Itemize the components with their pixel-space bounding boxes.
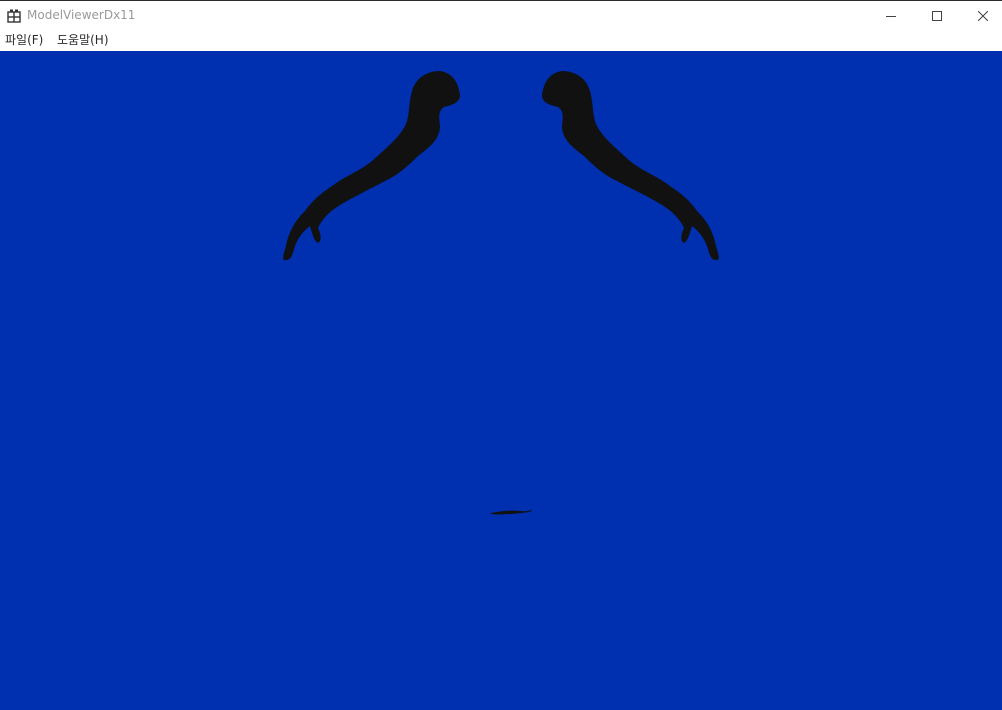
minimize-icon xyxy=(886,11,896,21)
maximize-button[interactable] xyxy=(914,1,960,31)
close-icon xyxy=(978,11,988,21)
model-left-arm xyxy=(283,71,460,261)
menu-bar: 파일(F) 도움말(H) xyxy=(0,31,1002,50)
window-title: ModelViewerDx11 xyxy=(27,8,136,22)
model-fragment xyxy=(491,510,532,515)
model-render xyxy=(283,71,719,515)
render-viewport[interactable] xyxy=(0,51,1002,710)
title-bar[interactable]: ModelViewerDx11 xyxy=(0,0,1002,31)
app-window: ModelViewerDx11 파일(F) 도움말(H) xyxy=(0,0,1002,710)
app-window-icon xyxy=(7,8,21,23)
maximize-icon xyxy=(932,11,942,21)
model-right-arm xyxy=(542,71,719,261)
close-button[interactable] xyxy=(960,1,1002,31)
minimize-button[interactable] xyxy=(868,1,914,31)
menu-file[interactable]: 파일(F) xyxy=(5,33,43,48)
menu-help[interactable]: 도움말(H) xyxy=(57,33,109,48)
